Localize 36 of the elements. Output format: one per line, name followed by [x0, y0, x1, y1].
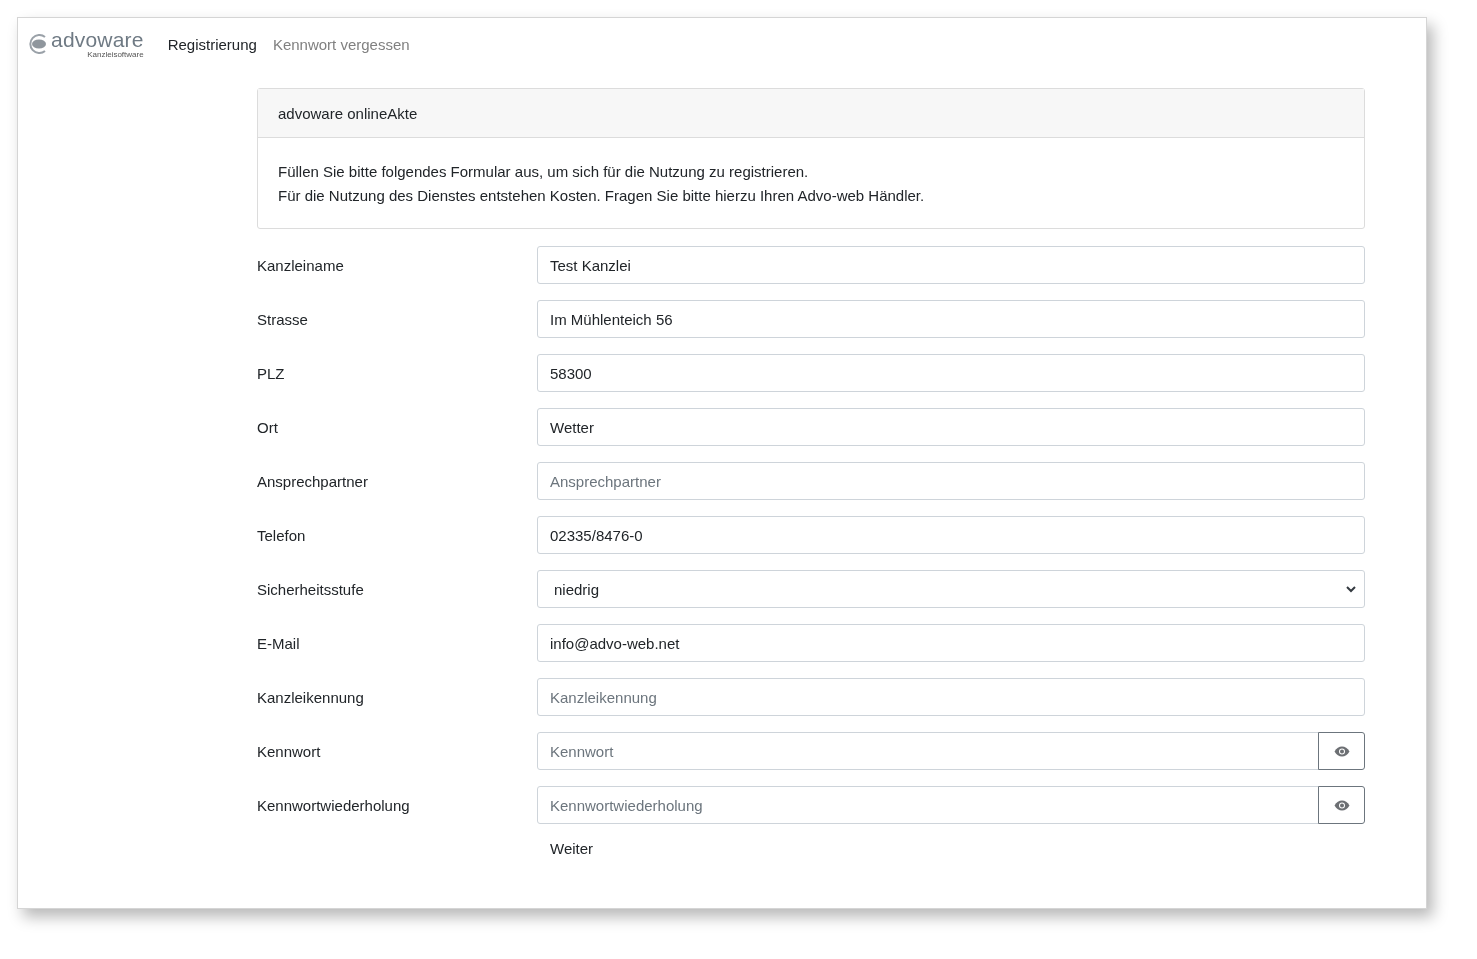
field-label: Kennwortwiederholung: [257, 796, 411, 814]
field-label: Kennwort: [257, 742, 322, 760]
input-field[interactable]: Kennwortwiederholung: [537, 786, 1319, 824]
show-password-button[interactable]: [1318, 732, 1365, 770]
nav-link[interactable]: Kennwort vergessen: [272, 35, 410, 53]
chevron-down-icon: [1346, 585, 1356, 593]
field-label: Ort: [257, 418, 279, 436]
input-field[interactable]: Kennwort: [537, 732, 1319, 770]
dropdown[interactable]: niedrig: [537, 570, 1365, 608]
logo-tagline: Kanzleisoftware: [87, 51, 144, 59]
input-field[interactable]: Ansprechpartner: [537, 462, 1365, 500]
input-field[interactable]: 02335/8476-0: [537, 516, 1365, 554]
field-label: E-Mail: [257, 634, 301, 652]
input-field[interactable]: info@advo-web.net: [537, 624, 1365, 662]
input-field[interactable]: Test Kanzlei: [537, 246, 1365, 284]
info-text: Für die Nutzung des Dienstes entstehen Kosten. Fragen Sie bitte hierzu Ihren Advo-web Händler.: [278, 186, 926, 206]
show-password-button[interactable]: [1318, 786, 1365, 824]
nav-link[interactable]: Registrierung: [167, 35, 257, 53]
info-text: Füllen Sie bitte folgendes Formular aus, um sich für die Nutzung zu registrieren.: [278, 162, 810, 182]
logo-icon: [29, 34, 47, 54]
input-field[interactable]: Im Mühlenteich 56: [537, 300, 1365, 338]
field-label: Telefon: [257, 526, 307, 544]
field-label: Sicherheitsstufe: [257, 580, 365, 598]
field-label: Kanzleikennung: [257, 688, 365, 706]
eye-icon: [1333, 745, 1350, 757]
field-label: Ansprechpartner: [257, 472, 369, 490]
input-field[interactable]: Kanzleikennung: [537, 678, 1365, 716]
eye-icon: [1333, 799, 1350, 811]
field-label: Strasse: [257, 310, 309, 328]
input-field[interactable]: 58300: [537, 354, 1365, 392]
field-label: Kanzleiname: [257, 256, 345, 274]
submit-button[interactable]: Weiter: [550, 840, 594, 857]
logo-text: advoware: [51, 29, 144, 50]
field-label: PLZ: [257, 364, 286, 382]
card-title: advoware onlineAkte: [278, 104, 418, 122]
input-field[interactable]: Wetter: [537, 408, 1365, 446]
